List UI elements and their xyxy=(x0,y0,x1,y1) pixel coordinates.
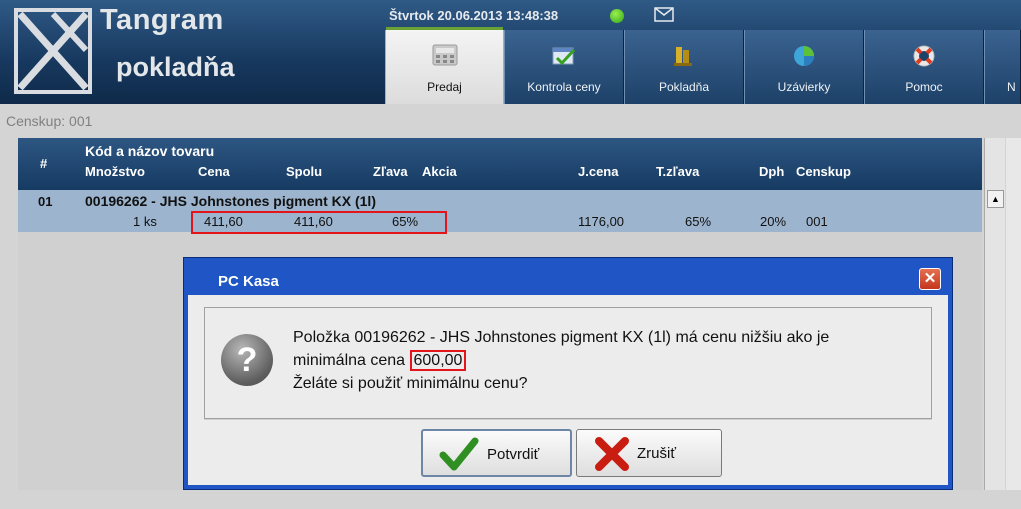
header-price: Cena xyxy=(198,164,230,179)
tab-pomoc[interactable]: Pomoc xyxy=(864,30,984,104)
table-row[interactable]: 01 00196262 - JHS Johnstones pigment KX … xyxy=(18,190,982,234)
message-line-1: Položka 00196262 - JHS Johnstones pigmen… xyxy=(293,329,830,346)
header-t-discount: T.zľava xyxy=(656,164,700,179)
price-check-icon xyxy=(552,47,576,66)
grid-scrollbar[interactable]: ▲ xyxy=(984,138,1005,490)
right-side-panel xyxy=(1006,138,1021,490)
row-censkup: 001 xyxy=(806,214,828,229)
tangram-logo-icon xyxy=(14,8,92,94)
tab-kontrola-ceny[interactable]: Kontrola ceny xyxy=(504,30,624,104)
status-indicator-icon xyxy=(610,9,624,23)
dialog-message: Položka 00196262 - JHS Johnstones pigmen… xyxy=(293,326,933,395)
tab-partial[interactable]: N xyxy=(984,30,1021,104)
confirm-dialog: PC Kasa ✕ ? Položka 00196262 - JHS Johns… xyxy=(183,257,953,490)
tab-label: Kontrola ceny xyxy=(527,80,601,94)
pie-chart-icon xyxy=(794,46,814,66)
row-vat: 20% xyxy=(760,214,787,229)
cancel-button[interactable]: Zrušiť xyxy=(576,429,722,477)
header-name: Kód a názov tovaru xyxy=(85,143,215,159)
checkmark-icon xyxy=(439,437,479,471)
row-qty: 1 ks xyxy=(133,214,157,229)
header-unit-price: J.cena xyxy=(578,164,619,179)
header-vat: Dph xyxy=(759,164,785,179)
dialog-title: PC Kasa xyxy=(218,273,279,290)
header-censkup: Censkup xyxy=(796,164,851,179)
censkup-label: Censkup: 001 xyxy=(6,113,93,129)
message-frame: ? Položka 00196262 - JHS Johnstones pigm… xyxy=(204,307,932,419)
app-title: Tangram xyxy=(100,4,224,36)
app-subtitle: pokladňa xyxy=(116,52,235,82)
question-icon: ? xyxy=(221,334,273,386)
header-discount: Zľava xyxy=(373,164,408,179)
message-line-2: minimálna cena 600,00 xyxy=(293,349,933,372)
header-total: Spolu xyxy=(286,164,323,179)
tab-label: Predaj xyxy=(427,80,462,94)
grid-header: # Kód a názov tovaru Množstvo Cena Spolu… xyxy=(18,138,982,190)
calculator-icon xyxy=(432,44,457,66)
minimum-price-value: 600,00 xyxy=(409,350,467,371)
tab-label: Uzávierky xyxy=(777,80,831,94)
app-header: Tangram pokladňa Štvrtok 20.06.2013 13:4… xyxy=(0,0,1021,104)
lifebuoy-icon xyxy=(913,45,935,67)
tab-predaj[interactable]: Predaj xyxy=(385,27,504,104)
tab-label: Pokladňa xyxy=(658,80,710,94)
tab-uzavierky[interactable]: Uzávierky xyxy=(744,30,864,104)
tab-pokladna[interactable]: Pokladňa xyxy=(624,30,744,104)
header-action: Akcia xyxy=(422,164,457,179)
header-qty: Množstvo xyxy=(85,164,145,179)
x-mark-icon xyxy=(595,437,629,471)
tab-label: N xyxy=(1007,80,1016,94)
row-t-discount: 65% xyxy=(685,214,712,229)
datetime-display: Štvrtok 20.06.2013 13:48:38 xyxy=(389,8,559,23)
price-highlight-box xyxy=(191,211,447,234)
confirm-button[interactable]: Potvrdiť xyxy=(421,429,572,477)
row-num: 01 xyxy=(38,194,53,209)
divider xyxy=(204,419,932,420)
close-icon[interactable]: ✕ xyxy=(919,268,941,290)
tab-label: Pomoc xyxy=(905,80,943,94)
confirm-label: Potvrdiť xyxy=(487,446,540,463)
message-line-3: Želáte si použiť minimálnu cenu? xyxy=(293,375,528,392)
message-line-2-prefix: minimálna cena xyxy=(293,352,410,369)
mail-icon[interactable] xyxy=(654,7,674,22)
cancel-label: Zrušiť xyxy=(637,445,676,462)
cash-register-icon xyxy=(674,47,692,66)
row-unit-price: 1176,00 xyxy=(578,214,625,229)
dialog-content: ? Položka 00196262 - JHS Johnstones pigm… xyxy=(188,295,948,485)
row-name: 00196262 - JHS Johnstones pigment KX (1l… xyxy=(85,193,376,209)
header-num: # xyxy=(40,156,48,171)
scroll-up-icon[interactable]: ▲ xyxy=(987,190,1004,208)
